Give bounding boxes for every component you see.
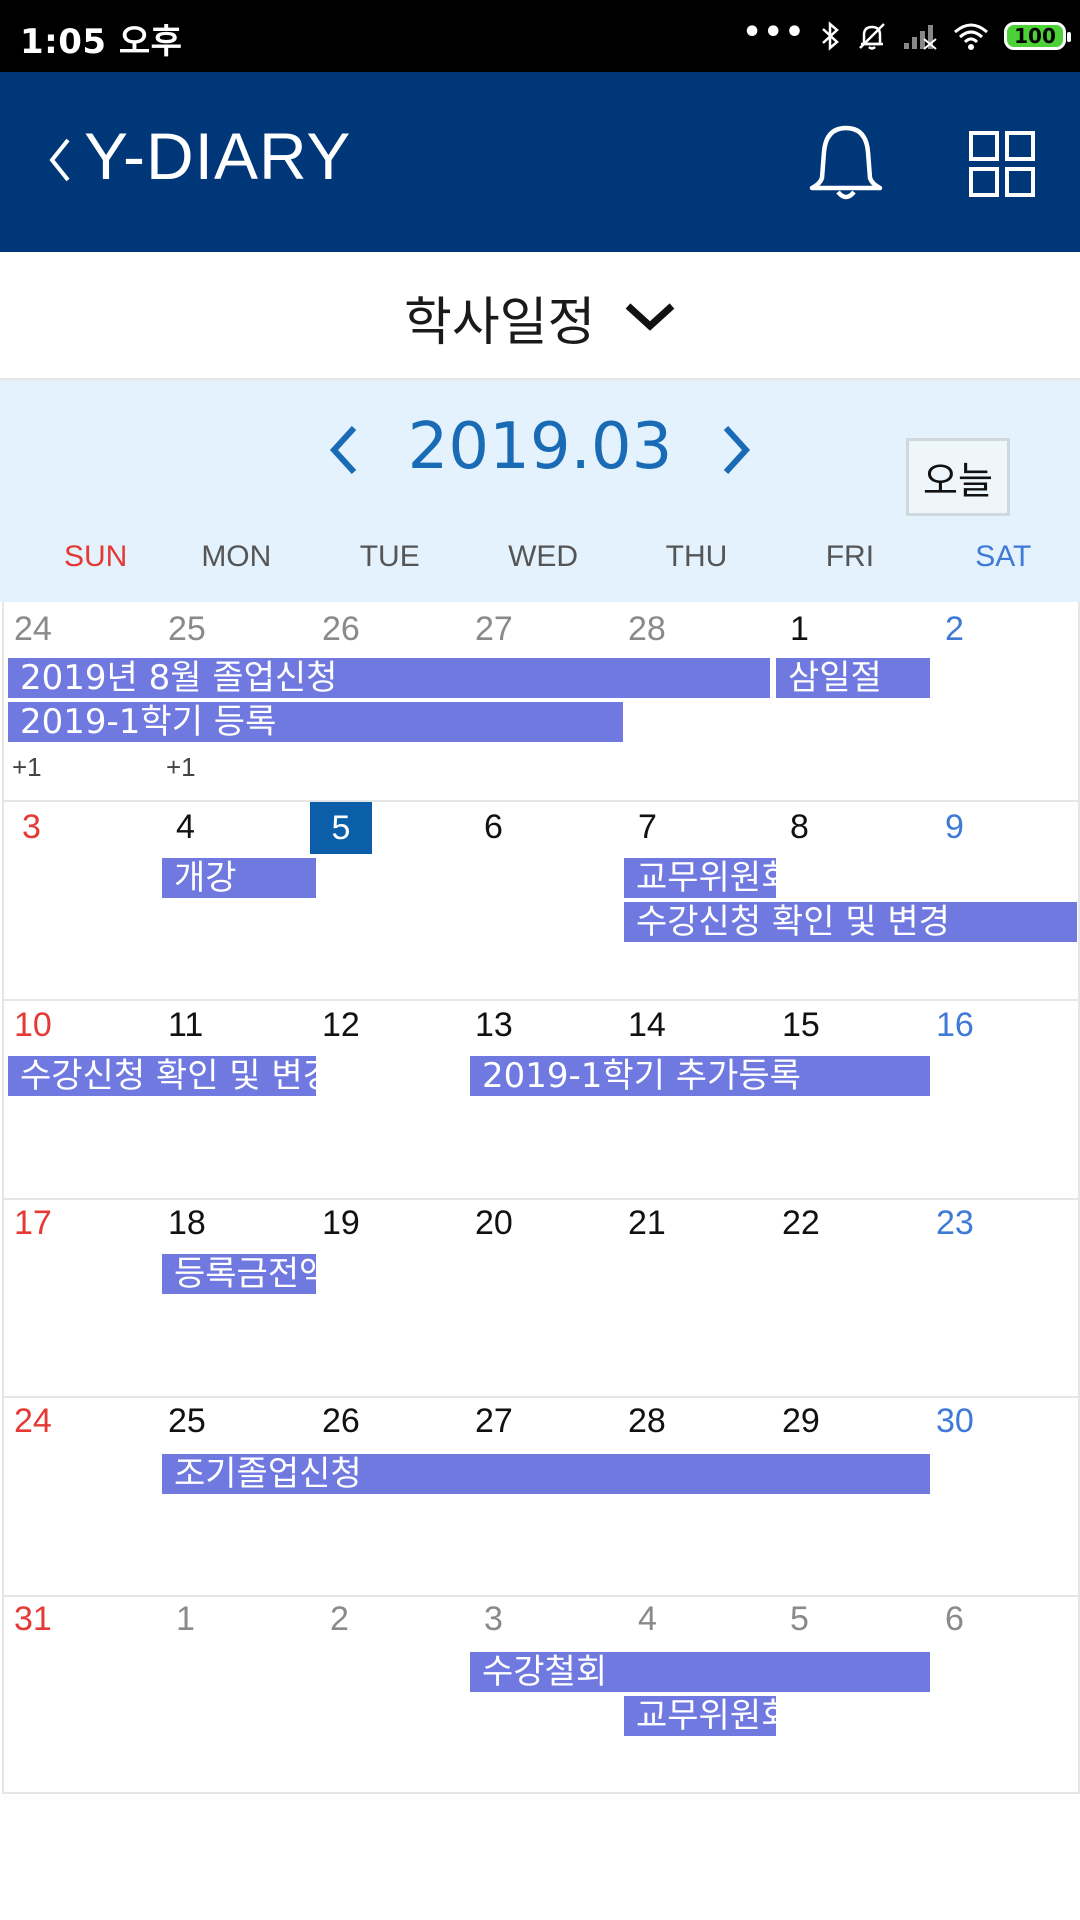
day-cell-number[interactable]: 18 [168,1204,206,1243]
event-bar[interactable]: 개강 [162,858,316,898]
notification-dots: ••• [742,15,806,50]
battery-level: 100 [1014,24,1056,48]
day-cell-number[interactable]: 29 [782,1402,820,1441]
weekday-sat: SAT [975,540,1032,573]
status-time: 1:05 오후 [20,22,183,62]
day-cell-number[interactable]: 1 [790,610,809,649]
category-label: 학사일정 [404,293,596,353]
prev-month-icon[interactable] [326,422,362,478]
status-bar: 1:05 오후 ••• 100 [0,0,1080,72]
event-bar[interactable]: 등록금전액 [162,1254,316,1294]
event-bar[interactable]: 삼일절 [776,658,930,698]
app-title: Y-DIARY [84,119,352,193]
day-cell-number[interactable]: 16 [936,1006,974,1045]
day-cell-number[interactable]: 8 [790,808,809,847]
day-cell-number[interactable]: 23 [936,1204,974,1243]
more-events-indicator[interactable]: +1 [166,752,196,783]
wifi-icon [954,23,988,50]
weekday-sun: SUN [64,540,128,573]
day-cell-number[interactable]: 4 [638,1600,657,1639]
back-icon[interactable] [44,128,76,192]
month-label: 2019.03 [407,410,673,484]
weekday-thu: THU [665,540,728,573]
status-icons: ••• 100 [742,15,1071,56]
day-cell-number[interactable]: 4 [176,808,195,847]
day-cell-number[interactable]: 26 [322,1402,360,1441]
weekday-wed: WED [508,540,579,573]
day-cell-number[interactable]: 31 [14,1600,52,1639]
day-cell-number[interactable]: 15 [782,1006,820,1045]
day-cell-number[interactable]: 11 [168,1006,203,1045]
mute-bell-icon [859,23,885,50]
day-cell-number[interactable]: 22 [782,1204,820,1243]
day-cell-number[interactable]: 6 [484,808,503,847]
day-cell-number[interactable]: 25 [168,1402,206,1441]
weekday-fri: FRI [825,540,875,573]
day-cell-number[interactable]: 3 [22,808,41,847]
day-cell-number[interactable]: 9 [945,808,964,847]
today-button[interactable]: 오늘 [906,438,1010,516]
weekday-tue: TUE [359,540,420,573]
event-bar[interactable]: 수강신청 확인 및 변경 [624,902,1077,942]
day-cell-number[interactable]: 28 [628,1402,666,1441]
day-cell-number[interactable]: 30 [936,1402,974,1441]
day-cell-number[interactable]: 14 [628,1006,666,1045]
more-events-indicator[interactable]: +1 [12,752,42,783]
week-divider [2,1396,1080,1398]
event-bar[interactable]: 교무위원회 [624,858,776,898]
next-month-icon[interactable] [718,422,754,478]
week-divider [2,999,1080,1001]
bell-icon[interactable] [806,122,886,206]
day-cell-number[interactable]: 24 [14,1402,52,1441]
week-divider [2,1198,1080,1200]
event-bar[interactable]: 2019년 8월 졸업신청 [8,658,770,698]
day-cell-number[interactable]: 10 [14,1006,52,1045]
calendar-grid: 24 25 26 27 28 1 2 2019년 8월 졸업신청 삼일절 201… [0,602,1080,1794]
event-bar[interactable]: 2019-1학기 등록 [8,702,623,742]
week-divider [2,1595,1080,1597]
day-cell-number[interactable]: 6 [945,1600,964,1639]
event-bar[interactable]: 2019-1학기 추가등록 [470,1056,930,1096]
day-cell-number[interactable]: 12 [322,1006,360,1045]
day-cell-number[interactable]: 25 [168,610,206,649]
month-header: 2019.03 오늘 SUN MON TUE WED THU FRI SAT [0,380,1080,602]
day-cell-number[interactable]: 27 [475,610,513,649]
day-cell-number[interactable]: 1 [176,1600,195,1639]
day-cell-number[interactable]: 24 [14,610,52,649]
day-cell-number[interactable]: 3 [484,1600,503,1639]
day-cell-number[interactable]: 21 [628,1204,666,1243]
day-cell-number[interactable]: 19 [322,1204,360,1243]
day-cell-number[interactable]: 2 [945,610,964,649]
day-cell-number[interactable]: 27 [475,1402,513,1441]
battery-icon: 100 [1004,22,1071,50]
event-bar[interactable]: 교무위원회 [624,1696,776,1736]
grid-menu-icon[interactable] [968,130,1036,198]
event-bar[interactable]: 수강철회 [470,1652,930,1692]
day-cell-number[interactable]: 17 [14,1204,52,1243]
category-selector[interactable]: 학사일정 [0,252,1080,380]
day-cell-number[interactable]: 26 [322,610,360,649]
app-bar: Y-DIARY [0,72,1080,252]
week-divider [2,800,1080,802]
day-cell-number[interactable]: 13 [475,1006,513,1045]
day-cell-number-today[interactable]: 5 [310,802,372,854]
day-cell-number[interactable]: 5 [790,1600,809,1639]
day-cell-number[interactable]: 7 [638,808,657,847]
day-cell-number[interactable]: 20 [475,1204,513,1243]
weekday-header: SUN MON TUE WED THU FRI SAT [0,540,1080,584]
day-cell-number[interactable]: 28 [628,610,666,649]
bluetooth-icon [822,21,839,51]
day-cell-number[interactable]: 2 [330,1600,349,1639]
event-bar[interactable]: 조기졸업신청 [162,1454,930,1494]
signal-icon [904,25,937,50]
chevron-down-icon[interactable] [622,296,678,336]
event-bar[interactable]: 수강신청 확인 및 변경 [8,1056,316,1096]
weekday-mon: MON [201,540,272,573]
